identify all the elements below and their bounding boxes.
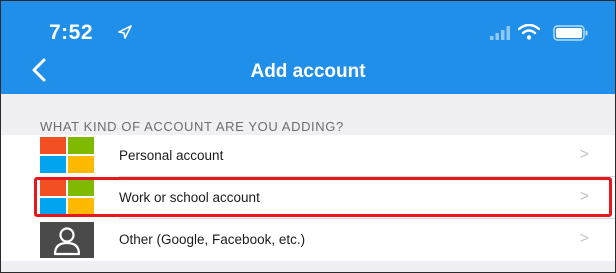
account-option-other[interactable]: Other (Google, Facebook, etc.) > [1, 219, 615, 261]
selection-highlight [34, 177, 612, 217]
wifi-icon [518, 24, 540, 40]
account-option-personal[interactable]: Personal account > [1, 135, 615, 177]
header-bar: 7:52 Add account [1, 1, 615, 94]
section-header: WHAT KIND OF ACCOUNT ARE YOU ADDING? [40, 119, 344, 134]
chevron-right-icon: > [579, 146, 589, 163]
page-title: Add account [250, 61, 366, 82]
account-option-label: Personal account [119, 148, 224, 163]
location-arrow-icon [118, 25, 132, 39]
status-time: 7:52 [49, 21, 94, 44]
signal-icon [490, 26, 510, 40]
battery-icon [553, 25, 588, 41]
person-icon [40, 222, 94, 258]
chevron-right-icon: > [579, 230, 589, 247]
microsoft-logo-icon [40, 137, 94, 173]
account-option-label: Other (Google, Facebook, etc.) [119, 232, 306, 247]
screen: 7:52 Add account WHAT KIND OF ACCOUNT AR… [0, 0, 616, 273]
